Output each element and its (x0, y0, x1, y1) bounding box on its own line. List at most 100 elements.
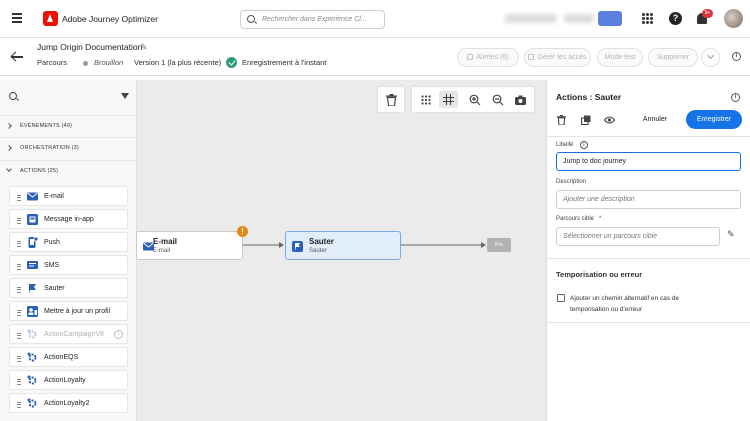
custom-action-icon (27, 375, 37, 385)
node-title: E-mail (153, 237, 178, 246)
panel-info-icon[interactable]: i (731, 93, 740, 102)
node-subtitle: E-mail (153, 248, 171, 254)
drag-handle-icon[interactable] (17, 379, 21, 386)
action-in-app-message[interactable]: Message in-app (9, 209, 128, 229)
drag-handle-icon[interactable] (17, 402, 21, 409)
target-journey-label: Parcours cible (556, 216, 595, 222)
section-actions[interactable]: ACTIONS (25) (0, 161, 137, 184)
delete-button[interactable]: Supprimer (648, 48, 698, 67)
adobe-logo-icon (43, 11, 58, 26)
description-input[interactable]: Ajouter une description (556, 190, 741, 209)
drag-handle-icon[interactable] (17, 356, 21, 363)
more-actions-chevron-icon[interactable] (701, 48, 720, 67)
preview-eye-icon[interactable] (604, 116, 615, 124)
edit-pencil-icon[interactable]: ✎ (140, 42, 148, 53)
label-field-label: Libellé (556, 142, 574, 148)
action-push[interactable]: Push (9, 232, 128, 252)
update-profile-icon (27, 306, 38, 317)
back-arrow-icon[interactable] (11, 51, 23, 63)
duplicate-icon[interactable] (581, 115, 591, 125)
action-loyalty[interactable]: ActionLoyalty (9, 370, 128, 390)
section-orchestration[interactable]: ORCHESTRATION (3) (0, 138, 137, 161)
sandbox-switcher[interactable] (564, 14, 594, 23)
custom-action-icon (27, 352, 37, 362)
test-mode-button[interactable]: Mode test (597, 48, 643, 67)
manage-access-button[interactable]: Gérer les accès (524, 48, 591, 67)
target-journey-input[interactable]: Sélectionner un parcours cible (556, 227, 720, 246)
edit-pencil-icon[interactable]: ✎ (727, 229, 735, 240)
custom-action-icon (27, 398, 37, 408)
app-title: Adobe Journey Optimizer (62, 14, 158, 24)
timeout-checkbox-label[interactable]: Ajouter un chemin alternatif en cas de t… (570, 293, 710, 315)
journey-canvas[interactable]: E-mail E-mail Sauter Sauter (136, 80, 546, 421)
save-button[interactable]: Enregistrer (686, 110, 742, 129)
divider (547, 136, 750, 137)
action-email[interactable]: E-mail (9, 186, 128, 206)
required-asterisk: * (599, 216, 602, 222)
drag-handle-icon[interactable] (17, 195, 21, 202)
section-events[interactable]: ÉVÉNEMENTS (49) (0, 115, 137, 138)
apps-grid-icon[interactable] (642, 13, 653, 24)
email-icon (27, 192, 38, 201)
action-campaign-v8[interactable]: ActionCampaignV8 i (9, 324, 128, 344)
help-icon[interactable]: ? (669, 12, 682, 25)
divider (547, 258, 750, 259)
journey-title: Jump Origin Documentation (37, 42, 143, 52)
drag-handle-icon[interactable] (17, 264, 21, 271)
label-input[interactable]: Jump to doc journey (556, 152, 741, 171)
jump-node[interactable]: Sauter Sauter (285, 231, 401, 260)
org-switcher[interactable] (505, 14, 557, 23)
label-info-icon[interactable]: i (580, 141, 588, 149)
warning-icon[interactable]: ! (237, 226, 248, 237)
search-placeholder: Rechercher dans Experience Cl... (262, 16, 367, 23)
sms-icon (27, 261, 38, 269)
node-title: Sauter (309, 237, 334, 246)
chevron-right-icon (6, 145, 12, 151)
save-status: Enregistrement à l'instant (242, 58, 327, 67)
divider (547, 322, 750, 323)
chevron-down-icon (6, 166, 12, 172)
activity-palette: ÉVÉNEMENTS (49) ORCHESTRATION (3) ACTION… (0, 80, 137, 421)
email-node[interactable]: E-mail E-mail (136, 231, 243, 260)
journey-header: Jump Origin Documentation ✎ Parcours Bro… (0, 38, 750, 76)
info-icon[interactable]: i (114, 330, 123, 339)
drag-handle-icon[interactable] (17, 333, 21, 340)
environment-badge[interactable] (598, 11, 622, 26)
top-navigation-bar: Adobe Journey Optimizer Rechercher dans … (0, 0, 750, 38)
action-update-profile[interactable]: Mettre à jour un profil (9, 301, 128, 321)
drag-handle-icon[interactable] (17, 218, 21, 225)
custom-action-icon (27, 329, 37, 339)
jump-icon (292, 241, 303, 252)
drag-handle-icon[interactable] (17, 241, 21, 248)
trash-icon[interactable] (557, 115, 566, 125)
in-app-message-icon (27, 214, 38, 225)
node-subtitle: Sauter (309, 248, 327, 254)
drag-handle-icon[interactable] (17, 287, 21, 294)
filter-icon[interactable] (121, 93, 129, 99)
check-circle-icon (226, 57, 237, 68)
global-search-input[interactable]: Rechercher dans Experience Cl... (240, 10, 385, 29)
alerts-button[interactable]: Alertes (6) (457, 48, 519, 67)
timeout-section-title: Temporisation ou erreur (556, 270, 643, 279)
action-eqs[interactable]: ActionEQS (9, 347, 128, 367)
action-loyalty-2[interactable]: ActionLoyalty2 (9, 393, 128, 413)
lock-icon (528, 54, 535, 60)
timeout-checkbox[interactable] (557, 294, 565, 302)
end-node[interactable]: Fin (487, 238, 511, 252)
version-selector[interactable]: Version 1 (la plus récente) (134, 58, 221, 67)
push-icon (28, 237, 38, 248)
journey-status: Brouillon (94, 58, 124, 67)
journey-info-icon[interactable]: i (732, 52, 741, 61)
drag-handle-icon[interactable] (17, 310, 21, 317)
action-sms[interactable]: SMS (9, 255, 128, 275)
palette-search-icon[interactable] (9, 92, 17, 100)
panel-title: Actions : Sauter (556, 92, 622, 102)
user-avatar[interactable] (724, 9, 743, 28)
breadcrumb[interactable]: Parcours (37, 58, 67, 67)
jump-icon (29, 284, 36, 294)
menu-icon[interactable] (12, 13, 22, 25)
cancel-button[interactable]: Annuler (630, 110, 680, 129)
action-jump[interactable]: Sauter (9, 278, 128, 298)
alert-icon (467, 54, 474, 60)
status-dot (83, 61, 88, 66)
